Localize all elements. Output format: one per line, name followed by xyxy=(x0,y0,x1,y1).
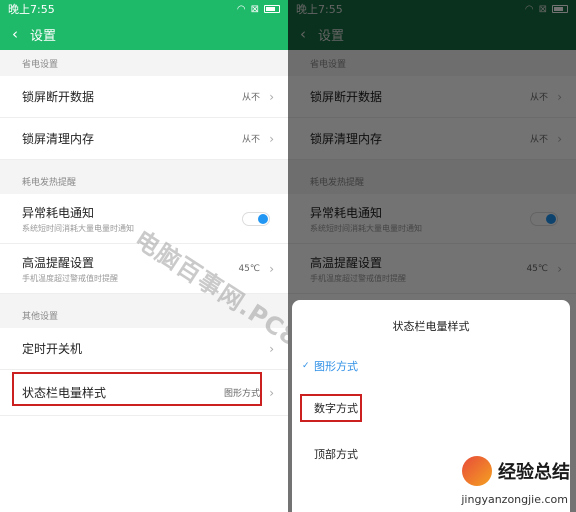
row-title: 高温提醒设置 xyxy=(22,255,95,270)
site-name: 经验总结 xyxy=(498,462,570,483)
row-lock-memory[interactable]: 锁屏清理内存 从不 › xyxy=(0,118,288,160)
battery-icon xyxy=(264,5,280,13)
row-timer[interactable]: 定时开关机 › xyxy=(0,328,288,370)
site-logo: 经验总结 xyxy=(462,456,570,486)
highlight-box xyxy=(300,394,362,422)
row-subtitle: 手机温度超过警戒值时提醒 xyxy=(22,273,118,283)
chevron-right-icon: › xyxy=(269,131,274,146)
row-lock-data[interactable]: 锁屏断开数据 从不 › xyxy=(0,76,288,118)
option-label: 图形方式 xyxy=(314,360,358,373)
row-value: 从不 xyxy=(241,135,260,145)
sim-icon: ⊠ xyxy=(250,3,259,15)
chevron-right-icon: › xyxy=(269,89,274,104)
dialog-title: 状态栏电量样式 xyxy=(392,320,470,333)
row-title: 锁屏断开数据 xyxy=(22,90,95,104)
section-header-heat: 耗电发热提醒 xyxy=(0,168,288,194)
option-label: 顶部方式 xyxy=(314,448,358,461)
check-icon: ✓ xyxy=(302,361,310,371)
section-header-power-saving: 省电设置 xyxy=(0,50,288,76)
settings-screen: 晚上7:55 ◠ ⊠ ‹ 设置 省电设置 锁屏断开数据 从不 › 锁屏清理内存 … xyxy=(0,0,288,512)
row-value: 45℃ xyxy=(238,263,260,274)
chevron-right-icon: › xyxy=(269,385,274,400)
back-icon[interactable]: ‹ xyxy=(12,25,18,43)
settings-screen-dialog: 晚上7:55 ◠ ⊠ ‹ 设置 省电设置 锁屏断开数据 从不 › 锁屏清理内存 … xyxy=(288,0,576,512)
status-time: 晚上7:55 xyxy=(8,3,55,16)
row-title: 锁屏清理内存 xyxy=(22,132,95,146)
wifi-icon: ◠ xyxy=(236,3,246,15)
status-bar: 晚上7:55 ◠ ⊠ xyxy=(0,0,288,18)
site-url: jingyanzongjie.com xyxy=(461,493,568,506)
page-title: 设置 xyxy=(30,28,57,44)
app-bar: ‹ 设置 xyxy=(0,18,288,50)
option-graphic[interactable]: ✓ 图形方式 xyxy=(292,348,570,384)
row-title: 异常耗电通知 xyxy=(22,205,95,220)
logo-icon xyxy=(462,456,492,486)
row-value: 从不 xyxy=(241,93,260,103)
row-title: 定时开关机 xyxy=(22,342,83,356)
chevron-right-icon: › xyxy=(269,261,274,276)
row-subtitle: 系统短时间消耗大量电量时通知 xyxy=(22,223,134,233)
highlight-box xyxy=(12,372,262,406)
abnormal-drain-toggle[interactable] xyxy=(242,211,270,226)
